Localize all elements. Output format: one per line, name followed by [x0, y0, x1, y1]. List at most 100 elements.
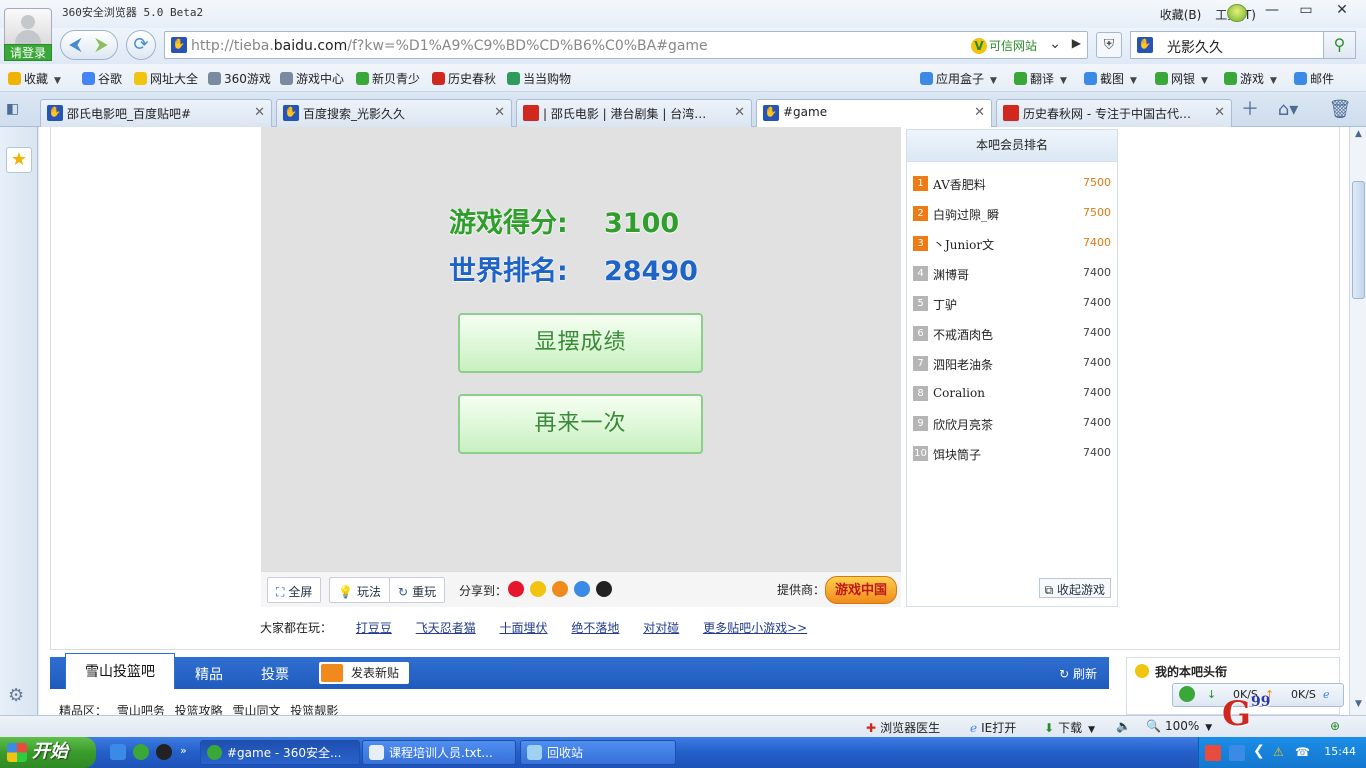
tab-game[interactable]: ✋ #game ✕	[756, 99, 992, 128]
close-icon[interactable]: ✕	[254, 105, 265, 120]
howto-button[interactable]: 💡 玩法	[329, 577, 390, 603]
address-bar[interactable]: ✋ http://tieba.baidu.com/f?kw=%D1%A9%C9%…	[164, 31, 1088, 59]
game-link-match[interactable]: 对对碰	[643, 621, 679, 635]
member-name[interactable]: 渊博哥	[933, 266, 969, 283]
scroll-down-icon[interactable]: ▼	[1352, 699, 1365, 712]
bookmark-history[interactable]: 历史春秋	[432, 70, 496, 87]
tab-vote[interactable]: 投票	[261, 664, 289, 684]
tool-screenshot[interactable]: 截图 ▼	[1084, 70, 1137, 87]
scroll-thumb[interactable]	[1352, 181, 1365, 299]
member-name[interactable]: 丶Junior文	[933, 236, 994, 253]
tool-netbank[interactable]: 网银 ▼	[1155, 70, 1208, 87]
go-icon[interactable]: ▶	[1072, 36, 1081, 50]
avatar[interactable]	[4, 8, 52, 44]
member-name[interactable]: 白驹过隙_瞬	[933, 206, 999, 223]
download-button[interactable]: ⬇ 下载 ▼	[1044, 719, 1095, 736]
tray-app-icon[interactable]	[1229, 745, 1245, 761]
maximize-button[interactable]: ▭	[1290, 0, 1322, 22]
ranking-row[interactable]: 2 白驹过隙_瞬 7500	[913, 206, 1111, 224]
forward-arrow-icon[interactable]: ⮞	[95, 34, 108, 55]
url-text[interactable]: http://tieba.baidu.com/f?kw=%D1%A9%C9%BD…	[191, 38, 708, 54]
tool-app-box[interactable]: 应用盒子 ▼	[920, 70, 997, 87]
tab-featured[interactable]: 精品	[195, 664, 223, 684]
back-arrow-icon[interactable]: ⮜	[69, 34, 82, 55]
forum-name-tab[interactable]: 雪山投篮吧	[65, 653, 175, 689]
renren-icon[interactable]	[552, 581, 568, 597]
ranking-row[interactable]: 8 Coralion 7400	[913, 386, 1111, 404]
ranking-row[interactable]: 4 渊博哥 7400	[913, 266, 1111, 284]
ranking-row[interactable]: 3 丶Junior文 7400	[913, 236, 1111, 254]
search-engine-icon[interactable]: ✋	[1137, 37, 1153, 53]
fullscreen-button[interactable]: ⛶ 全屏	[267, 577, 322, 603]
login-button[interactable]: 请登录	[4, 44, 52, 61]
ranking-row[interactable]: 1 AV香肥料 7500	[913, 176, 1111, 194]
tray-app-icon[interactable]	[1205, 745, 1221, 761]
user-avatar-box[interactable]: 请登录	[4, 8, 52, 61]
qzone-icon[interactable]	[530, 581, 546, 597]
member-name[interactable]: 欣欣月亮茶	[933, 416, 993, 433]
member-name[interactable]: 不戒酒肉色	[933, 326, 993, 343]
home-icon[interactable]: ⌂▾	[1268, 99, 1308, 123]
skin-icon[interactable]	[1227, 4, 1247, 22]
ie-quicklaunch-icon[interactable]	[110, 744, 126, 760]
qq-quicklaunch-icon[interactable]	[156, 744, 172, 760]
collapse-game-button[interactable]: ⧉ 收起游戏	[1038, 578, 1111, 598]
tab-baidu-search[interactable]: ✋ 百度搜索_光影久久 ✕	[276, 99, 512, 127]
close-button[interactable]: ✕	[1326, 0, 1358, 22]
game-canvas[interactable]: 游戏得分: 3100 世界排名: 28490 显摆成绩 再来一次	[261, 127, 901, 571]
ranking-row[interactable]: 6 不戒酒肉色 7400	[913, 326, 1111, 344]
member-name[interactable]: AV香肥料	[933, 176, 986, 193]
sidebar-toggle-icon[interactable]: ◧	[6, 101, 19, 117]
bookmark-site-directory[interactable]: 网址大全	[134, 70, 198, 87]
ranking-row[interactable]: 10 饵块筒子 7400	[913, 446, 1111, 464]
ranking-row[interactable]: 9 欣欣月亮茶 7400	[913, 416, 1111, 434]
minimize-button[interactable]: —	[1256, 0, 1288, 22]
ranking-row[interactable]: 5 丁驴 7400	[913, 296, 1111, 314]
tool-translate[interactable]: 翻译 ▼	[1014, 70, 1067, 87]
qq-penguin-icon[interactable]	[596, 581, 612, 597]
new-tab-icon[interactable]: ＋	[1236, 99, 1264, 123]
refresh-button[interactable]: ↻ 刷新	[1059, 665, 1097, 682]
refresh-icon[interactable]: ⟳	[126, 30, 156, 60]
bookmark-xinbei[interactable]: 新贝青少	[356, 70, 420, 87]
more-games-link[interactable]: 更多贴吧小游戏>>	[703, 621, 807, 635]
close-icon[interactable]: ✕	[734, 105, 745, 120]
shield-icon[interactable]: ⛨	[1096, 32, 1122, 58]
vertical-scrollbar[interactable]: ▲ ▼	[1349, 127, 1366, 715]
close-icon[interactable]: ✕	[494, 105, 505, 120]
trusted-site-badge[interactable]: V 可信网站	[970, 37, 1037, 54]
search-icon[interactable]: ⚲	[1323, 32, 1355, 58]
tool-mail[interactable]: 邮件	[1294, 70, 1334, 87]
address-dropdown-icon[interactable]: ⌄	[1049, 36, 1061, 52]
weibo-icon[interactable]	[508, 581, 524, 597]
bookmark-google[interactable]: 谷歌	[82, 70, 122, 87]
show-off-score-button[interactable]: 显摆成绩	[458, 313, 703, 373]
new-post-button[interactable]: 发表新贴	[319, 662, 409, 684]
member-name[interactable]: 丁驴	[933, 296, 957, 313]
bookmark-360-games[interactable]: 360游戏	[208, 70, 271, 87]
browser-doctor-button[interactable]: ✚ 浏览器医生	[866, 719, 940, 736]
zoom-control[interactable]: 🔍 100% ▼	[1146, 719, 1212, 733]
play-again-button[interactable]: 再来一次	[458, 394, 703, 454]
tray-expand-icon[interactable]: ❮	[1253, 743, 1265, 759]
start-button[interactable]: 开始	[0, 737, 96, 768]
bookmark-favorites[interactable]: 收藏 ▼	[8, 70, 61, 87]
tab-history-site[interactable]: 历史春秋网 - 专注于中国古代… ✕	[996, 99, 1232, 127]
member-name[interactable]: 饵块筒子	[933, 446, 981, 463]
featured-sub-links[interactable]: 精品区： 雪山吧务 投篮攻略 雪山同文 投篮靓影	[59, 702, 338, 715]
game-link-never-land[interactable]: 绝不落地	[571, 621, 619, 635]
ranking-row[interactable]: 7 泗阳老油条 7400	[913, 356, 1111, 374]
more-quicklaunch-icon[interactable]: »	[180, 744, 196, 760]
close-icon[interactable]: ✕	[974, 105, 985, 120]
close-icon[interactable]: ✕	[1214, 105, 1225, 120]
zoom-in-icon[interactable]: ⊕	[1330, 719, 1340, 733]
member-name[interactable]: 泗阳老油条	[933, 356, 993, 373]
tool-games[interactable]: 游戏 ▼	[1224, 70, 1277, 87]
game-link-ninja-cat[interactable]: 飞天忍者猫	[416, 621, 476, 635]
tab-shaw-movies[interactable]: ✋ 邵氏电影吧_百度贴吧# ✕	[40, 99, 272, 127]
bookmark-game-center[interactable]: 游戏中心	[280, 70, 344, 87]
task-360-browser[interactable]: #game - 360安全...	[200, 740, 360, 765]
task-notepad[interactable]: 课程培训人员.txt...	[362, 740, 516, 765]
menu-favorites[interactable]: 收藏(B)	[1160, 6, 1202, 23]
search-input[interactable]: 光影久久	[1167, 37, 1223, 57]
